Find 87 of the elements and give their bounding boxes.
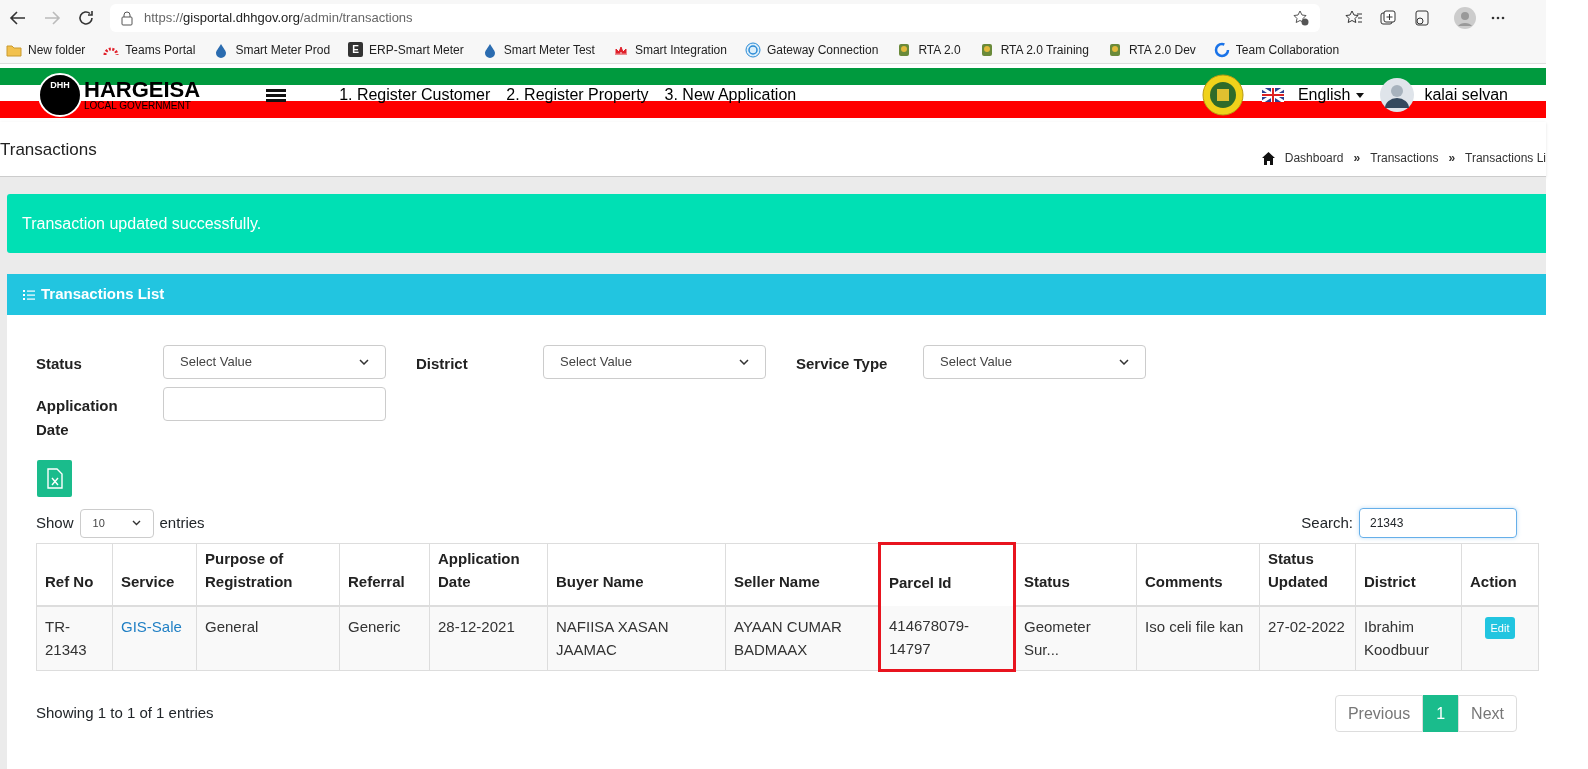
filter-dropdown[interactable]: Select Value: [163, 345, 386, 379]
table-cell: Ibrahim Koodbuur: [1355, 605, 1462, 671]
bookmark-link[interactable]: New folder: [28, 40, 86, 59]
pagination-button[interactable]: Next: [1458, 695, 1517, 732]
chevron-down-icon: [359, 359, 369, 365]
favorite-add-icon: [1292, 9, 1310, 27]
nav-link[interactable]: 3. New Application: [664, 83, 797, 107]
table-cell: 28-12-2021: [429, 605, 548, 671]
caret-icon: [1356, 92, 1365, 98]
bookmark-link[interactable]: Team Collaboration: [1235, 40, 1340, 59]
table-cell: Generic: [339, 605, 430, 671]
language-dropdown[interactable]: English: [1297, 83, 1365, 107]
column-header[interactable]: Action: [1461, 543, 1539, 606]
nav-link[interactable]: 2. Register Property: [506, 83, 649, 107]
table-cell: Iso celi file kan: [1136, 605, 1260, 671]
entries-info: Showing 1 to 1 of 1 entries: [36, 703, 214, 724]
letter-logo-icon: E: [348, 42, 364, 57]
breadcrumb-link[interactable]: Transactions: [1370, 149, 1439, 167]
chevron-down-icon: [739, 359, 749, 365]
entries-dropdown[interactable]: 10: [79, 508, 154, 538]
list-icon: [23, 289, 35, 300]
bookmark-link[interactable]: Teams Portal: [125, 40, 196, 59]
column-header[interactable]: Seller Name: [725, 543, 880, 606]
column-header[interactable]: Status Updated: [1259, 543, 1356, 606]
column-header[interactable]: Buyer Name: [547, 543, 726, 606]
filter-label: District: [416, 354, 469, 374]
bookmark-link[interactable]: Smart Meter Prod: [235, 40, 331, 59]
table-cell: TR-21343: [36, 605, 113, 671]
logo-title: HARGEISA: [84, 79, 201, 101]
column-header[interactable]: District: [1355, 543, 1462, 606]
page-title: Transactions: [0, 139, 97, 161]
breadcrumb-link[interactable]: Transactions Li: [1465, 149, 1546, 167]
table-cell: General: [196, 605, 340, 671]
column-header[interactable]: Status: [1014, 543, 1137, 606]
breadcrumb-separator: »: [1353, 150, 1361, 167]
chevron-down-icon: [131, 520, 141, 526]
filter-label: Status: [36, 354, 83, 374]
breadcrumb-link[interactable]: Dashboard: [1284, 149, 1344, 167]
uk-flag-icon: [1261, 88, 1284, 102]
filter-dropdown[interactable]: Select Value: [543, 345, 766, 379]
more-icon[interactable]: [1490, 15, 1506, 21]
bookmark-link[interactable]: Smart Integration: [634, 40, 727, 59]
table-cell: 414678079-14797: [879, 605, 1015, 671]
entries-label: entries: [159, 512, 205, 533]
filter-dropdown[interactable]: Select Value: [923, 345, 1146, 379]
show-label: Show: [36, 512, 74, 533]
home-icon: [1261, 151, 1275, 165]
user-name[interactable]: kalai selvan: [1424, 83, 1508, 107]
bookmark-link[interactable]: RTA 2.0 Training: [1000, 40, 1089, 59]
search-field[interactable]: 21343: [1359, 508, 1517, 538]
browser-essentials-icon[interactable]: [1412, 8, 1432, 28]
bookmark-link[interactable]: RTA 2.0 Dev: [1128, 40, 1196, 59]
column-header[interactable]: Service: [112, 543, 197, 606]
filter-label: Service Type: [796, 354, 889, 374]
pagination-button[interactable]: Previous: [1334, 695, 1424, 732]
search-label: Search:: [1301, 512, 1353, 533]
table-cell: 27-02-2022: [1259, 605, 1356, 671]
bookmark-link[interactable]: RTA 2.0: [918, 40, 961, 59]
profile-avatar-icon[interactable]: [1454, 7, 1476, 29]
lock-icon: [120, 10, 134, 26]
card-title: Transactions List: [41, 284, 165, 305]
refresh-icon[interactable]: [76, 8, 96, 28]
table-cell: NAFIISA XASAN JAAMAC: [547, 605, 726, 671]
url-text: https://gisportal.dhhgov.org/admin/transactions: [144, 9, 414, 28]
table-cell: Geometer Sur...: [1014, 605, 1137, 671]
bookmark-link[interactable]: Smart Meter Test: [503, 40, 595, 59]
service-link[interactable]: GIS-Sale: [121, 617, 182, 635]
seal-emblem-icon: [1201, 74, 1244, 116]
breadcrumb-separator: »: [1448, 150, 1456, 167]
logo-subtitle: LOCAL GOVERNMENT: [84, 101, 192, 111]
user-avatar-icon[interactable]: [1380, 78, 1415, 112]
menu-icon[interactable]: [266, 87, 287, 103]
bookmark-link[interactable]: Gateway Connection: [766, 40, 879, 59]
collections-icon[interactable]: [1378, 8, 1398, 28]
column-header[interactable]: Referral: [339, 543, 430, 606]
address-bar[interactable]: https://gisportal.dhhgov.org/admin/transactions: [110, 4, 1320, 32]
success-alert: Transaction updated successfully.: [7, 194, 1546, 253]
filter-label: Application Date: [36, 396, 119, 440]
column-header[interactable]: Ref No: [36, 543, 113, 606]
date-input-field[interactable]: [163, 387, 386, 421]
chevron-down-icon: [1119, 359, 1129, 365]
bookmark-link[interactable]: ERP-Smart Meter: [369, 40, 464, 59]
column-header[interactable]: Comments: [1136, 543, 1260, 606]
ring-icon: [1213, 41, 1230, 58]
nav-link[interactable]: 1. Register Customer: [339, 83, 491, 107]
column-header[interactable]: Purpose of Registration: [196, 543, 340, 606]
column-header[interactable]: Application Date: [429, 543, 548, 606]
